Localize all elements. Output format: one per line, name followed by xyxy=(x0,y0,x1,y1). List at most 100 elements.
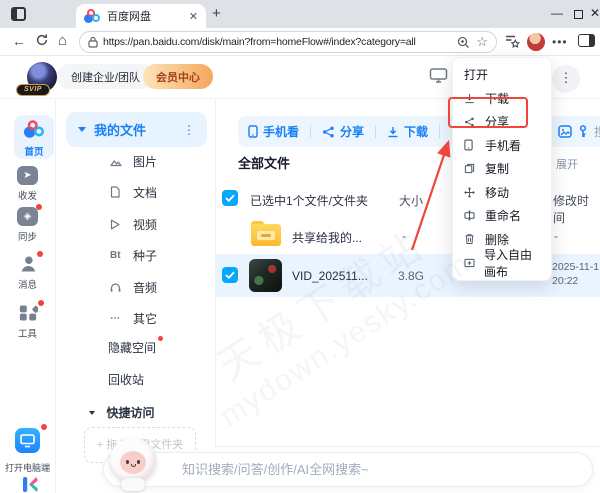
tab-title: 百度网盘 xyxy=(107,8,189,24)
headphones-icon xyxy=(110,282,124,293)
split-screen-icon[interactable] xyxy=(578,34,595,47)
window-minimize-button[interactable]: — xyxy=(551,6,563,20)
pc-client-icon xyxy=(15,428,40,453)
video-play-icon xyxy=(110,219,124,230)
pc-client-notification-dot xyxy=(41,424,47,430)
move-icon xyxy=(464,187,476,198)
browser-profile-avatar[interactable] xyxy=(527,33,545,51)
select-all-checkbox[interactable] xyxy=(222,190,238,206)
home-button[interactable]: ⌂ xyxy=(58,32,67,49)
zoom-page-icon[interactable] xyxy=(457,36,470,49)
phone-view-button[interactable]: 手机看 xyxy=(248,123,299,140)
menu-item-copy[interactable]: 复制 xyxy=(453,157,551,181)
new-tab-button[interactable]: + xyxy=(212,5,221,22)
rail-home-label: 首页 xyxy=(14,144,54,158)
ellipsis-icon: ⋯ xyxy=(110,313,124,324)
section-title: 全部文件 xyxy=(238,153,290,172)
folder-icon xyxy=(251,224,281,246)
menu-item-open[interactable]: 打开 xyxy=(453,63,551,87)
sidebar-item-documents[interactable]: 文档 xyxy=(110,184,157,200)
search-input[interactable]: 搜 xyxy=(594,123,600,140)
my-files-label: 我的文件 xyxy=(94,120,183,139)
rail-item-sync[interactable]: ◈ 同步 xyxy=(0,206,55,243)
annotation-highlight-share xyxy=(448,97,528,128)
create-team-button[interactable]: 创建企业/团队 xyxy=(57,64,154,89)
tools-grid-icon xyxy=(0,303,55,323)
hidden-space-dot xyxy=(158,336,163,341)
canvas-icon xyxy=(464,258,475,268)
ai-search-bar[interactable] xyxy=(103,452,593,487)
trash-icon xyxy=(464,233,476,245)
collections-icon[interactable] xyxy=(504,34,520,49)
column-size[interactable]: 大小 xyxy=(399,192,423,209)
rail-item-home[interactable]: 首页 xyxy=(14,115,54,159)
sidebar-item-recycle-bin[interactable]: 回收站 xyxy=(108,371,144,389)
phone-icon xyxy=(248,125,258,138)
browser-tab[interactable]: 百度网盘 ✕ xyxy=(76,4,206,28)
phone-icon xyxy=(464,139,476,151)
vip-badge: SVIP xyxy=(16,84,50,96)
rail-item-tools[interactable]: 工具 xyxy=(0,303,55,340)
menu-item-phone-view[interactable]: 手机看 xyxy=(453,134,551,158)
send-receive-icon: ➤ xyxy=(17,166,38,185)
selected-info: 已选中1个文件/文件夹 xyxy=(250,192,368,209)
menu-item-move[interactable]: 移动 xyxy=(453,181,551,205)
download-button[interactable]: 下载 xyxy=(387,123,428,140)
sidebar-item-videos[interactable]: 视频 xyxy=(110,216,157,232)
sidebar-item-other[interactable]: ⋯ 其它 xyxy=(110,310,157,326)
messages-notification-dot xyxy=(37,251,43,257)
rail-item-open-pc[interactable]: 打开电脑端 xyxy=(0,428,55,474)
sidebar-item-my-files[interactable]: 我的文件 ⋮ xyxy=(66,112,207,147)
baidu-netdisk-window: 百度网盘 ✕ + — ✕ ← ⌂ https://pan.baidu.com/d… xyxy=(0,0,600,493)
share-button[interactable]: 分享 xyxy=(322,123,364,140)
sidebar-item-pictures[interactable]: 图片 xyxy=(110,153,157,169)
tab-close-icon[interactable]: ✕ xyxy=(189,10,198,23)
reload-button[interactable] xyxy=(35,33,49,47)
context-menu: 打开 下载 分享 手机看 复制 移动 重命名 删除 xyxy=(452,57,552,281)
download-icon xyxy=(387,126,399,138)
ai-mascot[interactable] xyxy=(108,438,162,493)
document-icon xyxy=(110,186,124,198)
sync-icon: ◈ xyxy=(17,207,38,226)
sidebar-item-torrents[interactable]: Bt 种子 xyxy=(110,247,157,263)
sidebar-item-quick-access[interactable]: 快捷访问 xyxy=(89,404,154,422)
image-view-icon[interactable] xyxy=(558,125,572,138)
rail-divider xyxy=(55,98,56,493)
k-app-logo-icon[interactable] xyxy=(21,476,39,493)
menu-item-import-canvas[interactable]: 导入自由画布 xyxy=(453,251,551,275)
address-bar[interactable]: https://pan.baidu.com/disk/main?from=hom… xyxy=(79,31,497,53)
quick-access-arrow-icon[interactable] xyxy=(89,411,95,415)
baidu-pan-logo-icon xyxy=(24,120,44,138)
lock-icon xyxy=(88,36,98,48)
vip-center-button[interactable]: 会员中心 xyxy=(143,64,213,89)
browser-menu-icon[interactable]: ••• xyxy=(552,35,568,49)
pictures-icon xyxy=(110,156,124,167)
workspaces-icon[interactable] xyxy=(11,7,26,21)
menu-item-rename[interactable]: 重命名 xyxy=(453,204,551,228)
rail-item-messages[interactable]: 消息 xyxy=(0,254,55,291)
window-maximize-button[interactable] xyxy=(574,10,583,19)
header-more-button[interactable]: ⋮ xyxy=(552,65,580,93)
my-files-more-icon[interactable]: ⋮ xyxy=(183,123,195,137)
row-checkbox-checked[interactable] xyxy=(222,267,238,283)
person-icon xyxy=(0,254,55,274)
favorite-star-icon[interactable]: ☆ xyxy=(476,34,488,50)
ai-search-input[interactable] xyxy=(180,461,560,478)
bt-icon: Bt xyxy=(110,250,124,261)
sidebar-item-audio[interactable]: 音频 xyxy=(110,279,157,295)
device-transfer-icon[interactable] xyxy=(429,67,448,84)
key-icon[interactable] xyxy=(579,125,587,138)
sidebar-item-hidden-space[interactable]: 隐藏空间 xyxy=(108,339,156,357)
tab-favicon-baidu-pan xyxy=(84,9,100,23)
expand-toggle[interactable]: 展开 xyxy=(556,156,578,172)
back-button[interactable]: ← xyxy=(12,33,26,49)
video-thumbnail xyxy=(249,259,282,292)
rename-icon xyxy=(464,210,476,221)
share-icon xyxy=(322,126,335,138)
window-close-button[interactable]: ✕ xyxy=(590,6,600,20)
content-bottom-divider xyxy=(215,446,600,447)
collapse-arrow-icon[interactable] xyxy=(78,127,86,132)
rail-item-transfer[interactable]: ➤ 收发 xyxy=(0,165,55,202)
url-text[interactable]: https://pan.baidu.com/disk/main?from=hom… xyxy=(103,36,451,48)
sync-notification-dot xyxy=(36,204,42,210)
